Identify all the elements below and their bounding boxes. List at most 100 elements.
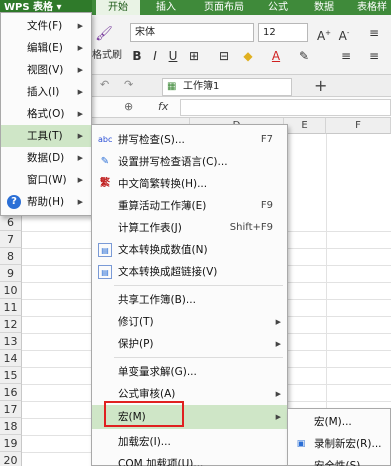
- menu-item-share-workbook[interactable]: 共享工作簿(B)...: [92, 289, 287, 311]
- column-header-e[interactable]: E: [284, 118, 326, 134]
- chevron-right-icon: ▶: [77, 154, 83, 162]
- undo-icon[interactable]: ↶: [100, 78, 109, 91]
- menu-item-data[interactable]: 数据(D) ▶: [1, 147, 91, 169]
- menu-item-help[interactable]: ? 帮助(H) ▶: [1, 191, 91, 213]
- tab-page-layout[interactable]: 页面布局: [194, 0, 254, 15]
- row-header[interactable]: 6: [0, 214, 22, 231]
- menu-item-text-to-number[interactable]: ▤ 文本转换成数值(N): [92, 239, 287, 261]
- sheet-doc-icon: ▦: [167, 81, 177, 92]
- fill-color-icon[interactable]: ◆: [238, 47, 258, 65]
- font-size-box[interactable]: 12: [258, 23, 308, 42]
- menu-item-label: 重算活动工作薄(E): [118, 200, 207, 212]
- menu-item-insert[interactable]: 插入(I) ▶: [1, 81, 91, 103]
- format-painter-label[interactable]: 格式刷: [92, 47, 122, 65]
- document-title: 工作簿1: [183, 81, 220, 92]
- menu-item-file[interactable]: 文件(F) ▶: [1, 15, 91, 37]
- tab-home[interactable]: 开始: [96, 0, 140, 15]
- menu-item-com-addins[interactable]: COM 加载项(U)...: [92, 453, 287, 466]
- tab-table-style[interactable]: 表格样: [350, 0, 391, 15]
- row-header[interactable]: 8: [0, 248, 22, 265]
- help-icon: ?: [7, 195, 21, 209]
- menu-item-text-to-link[interactable]: ▤ 文本转换成超链接(V): [92, 261, 287, 283]
- align-left-icon[interactable]: ≡: [336, 47, 356, 65]
- menu-item-view[interactable]: 视图(V) ▶: [1, 59, 91, 81]
- align-center-icon[interactable]: ≡: [364, 47, 384, 65]
- row-header[interactable]: 7: [0, 231, 22, 248]
- menu-item-security[interactable]: 安全性(S)...: [288, 455, 390, 466]
- formula-input[interactable]: [180, 99, 391, 116]
- row-header[interactable]: 11: [0, 299, 22, 316]
- merge-icon[interactable]: ⊟: [216, 47, 232, 65]
- spell-language-icon: ✎: [100, 156, 110, 167]
- menu-separator: [114, 357, 283, 358]
- menu-item-recalc-workbook[interactable]: 重算活动工作薄(E) F9: [92, 195, 287, 217]
- row-header[interactable]: 18: [0, 418, 22, 435]
- column-header-f[interactable]: F: [326, 118, 391, 134]
- underline-button[interactable]: U: [166, 47, 180, 65]
- row-header[interactable]: 17: [0, 401, 22, 418]
- menu-item-window[interactable]: 窗口(W) ▶: [1, 169, 91, 191]
- fx-label[interactable]: fx: [158, 100, 168, 113]
- menu-item-label: 拼写检查(S)...: [118, 134, 185, 146]
- row-header[interactable]: 20: [0, 452, 22, 466]
- menu-item-calc-sheet[interactable]: 计算工作表(J) Shift+F9: [92, 217, 287, 239]
- menu-item-tools[interactable]: 工具(T) ▶: [1, 125, 91, 147]
- font-shrink-icon[interactable]: A-: [336, 24, 352, 43]
- chevron-right-icon: ▶: [275, 340, 281, 348]
- row-header[interactable]: 14: [0, 350, 22, 367]
- borders-icon[interactable]: ⊞: [186, 47, 202, 65]
- chevron-right-icon: ▶: [77, 198, 83, 206]
- menu-item-edit[interactable]: 编辑(E) ▶: [1, 37, 91, 59]
- row-header[interactable]: 13: [0, 333, 22, 350]
- menu-item-spell-check[interactable]: abc 拼写检查(S)... F7: [92, 129, 287, 151]
- menu-item-label: 数据(D): [27, 152, 65, 164]
- menu-item-label: 设置拼写检查语言(C)...: [118, 156, 228, 168]
- menu-item-label: 单变量求解(G)...: [118, 366, 197, 378]
- font-grow-icon[interactable]: A+: [316, 24, 332, 43]
- menu-item-chinese-convert[interactable]: 繁中文简繁转换(H)...: [92, 173, 287, 195]
- row-header[interactable]: 10: [0, 282, 22, 299]
- row-header[interactable]: 16: [0, 384, 22, 401]
- chevron-right-icon: ▶: [275, 318, 281, 326]
- menu-item-label: 共享工作簿(B)...: [118, 294, 196, 306]
- align-icon[interactable]: ≡: [364, 24, 384, 42]
- menu-item-revision[interactable]: 修订(T) ▶: [92, 311, 287, 333]
- chinese-convert-icon: 繁: [100, 178, 110, 189]
- italic-button[interactable]: I: [148, 47, 162, 65]
- menu-item-label: 安全性(S)...: [314, 460, 371, 466]
- tab-insert[interactable]: 插入: [144, 0, 188, 15]
- font-color-icon[interactable]: A: [266, 47, 286, 65]
- text-style-icon[interactable]: ✎: [296, 47, 312, 65]
- highlight-box: [104, 401, 184, 427]
- menu-item-label: 文件(F): [27, 20, 63, 32]
- brush-icon[interactable]: 🖌: [92, 25, 116, 43]
- chevron-right-icon: ▶: [77, 22, 83, 30]
- font-name-box[interactable]: 宋体: [130, 23, 254, 42]
- tab-data[interactable]: 数据: [304, 0, 344, 15]
- zoom-search-icon[interactable]: ⊕: [124, 100, 133, 113]
- menu-item-record-macro[interactable]: ▣ 录制新宏(R)...: [288, 433, 390, 455]
- menu-item-load-macro[interactable]: 加载宏(I)...: [92, 431, 287, 453]
- row-header[interactable]: 12: [0, 316, 22, 333]
- abc-spellcheck-icon: abc: [98, 135, 113, 144]
- menu-item-label: 插入(I): [27, 86, 60, 98]
- shortcut-label: Shift+F9: [229, 222, 273, 233]
- menu-item-label: 修订(T): [118, 316, 154, 328]
- row-header[interactable]: 15: [0, 367, 22, 384]
- tab-formula[interactable]: 公式: [258, 0, 298, 15]
- menu-item-macros[interactable]: 宏(M)...: [288, 411, 390, 433]
- menu-item-protect[interactable]: 保护(P) ▶: [92, 333, 287, 355]
- add-tab-button[interactable]: +: [314, 76, 327, 95]
- menu-item-goal-seek[interactable]: 单变量求解(G)...: [92, 361, 287, 383]
- menu-item-label: 录制新宏(R)...: [314, 438, 382, 450]
- chevron-right-icon: ▶: [77, 88, 83, 96]
- menu-item-label: 保护(P): [118, 338, 154, 350]
- menu-item-format[interactable]: 格式(O) ▶: [1, 103, 91, 125]
- menu-item-spell-language[interactable]: ✎ 设置拼写检查语言(C)...: [92, 151, 287, 173]
- menu-item-label: 宏(M)...: [314, 416, 352, 428]
- bold-button[interactable]: B: [130, 47, 144, 65]
- row-header[interactable]: 9: [0, 265, 22, 282]
- row-header[interactable]: 19: [0, 435, 22, 452]
- redo-icon[interactable]: ↷: [124, 78, 133, 91]
- document-tab[interactable]: ▦ 工作簿1: [162, 78, 292, 96]
